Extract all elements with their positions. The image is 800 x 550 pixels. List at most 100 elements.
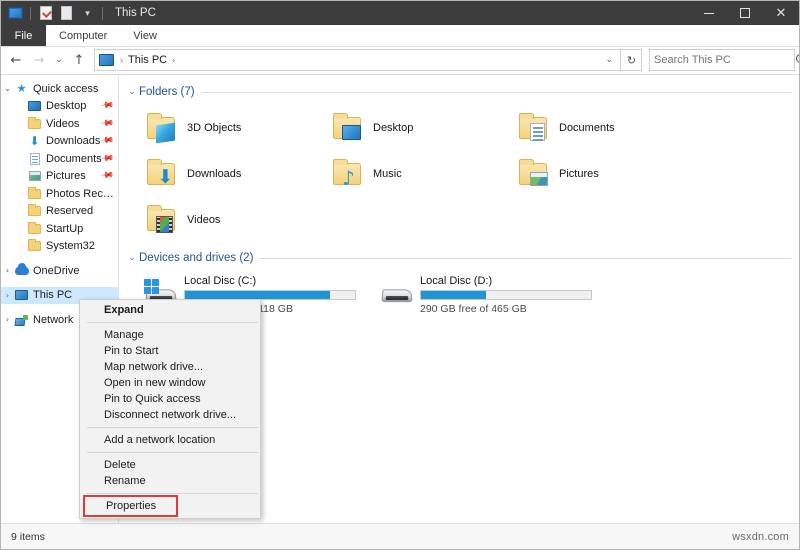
toolbar-divider [30,6,31,20]
sidebar-item-label: OneDrive [33,264,80,277]
chevron-down-icon[interactable]: ⌄ [1,84,14,93]
context-menu-separator [87,452,258,453]
folder-tile-downloads[interactable]: ⬇ Downloads [125,151,311,197]
drive-usage-fill [185,291,330,299]
back-button[interactable]: ← [5,49,27,71]
toolbar-divider-2 [102,6,103,20]
context-menu-item-disconnect-network-drive[interactable]: Disconnect network drive... [80,407,260,423]
drive-label: Local Disc (C:) [184,275,257,287]
folder-icon [27,204,42,217]
sidebar-item-label: System32 [46,240,95,253]
context-menu-item-manage[interactable]: Manage [80,327,260,343]
chevron-right-icon[interactable]: › [1,315,14,324]
folder-tile-desktop[interactable]: Desktop [311,105,497,151]
context-menu-item-add-network-location[interactable]: Add a network location [80,432,260,448]
ribbon-tabs: File Computer View [1,25,799,47]
tile-label: Documents [559,122,615,134]
tile-label: Videos [187,214,221,226]
recent-locations-icon[interactable]: ⌄ [51,49,67,71]
new-folder-icon[interactable] [58,5,75,22]
drive-icon [379,279,415,309]
desktop-folder-icon [331,111,365,145]
desktop-icon [27,101,42,112]
pin-icon: 📌 [98,133,114,149]
refresh-button[interactable]: ↻ [622,49,642,71]
context-menu-item-rename[interactable]: Rename [80,473,260,489]
sidebar-item-desktop[interactable]: › Desktop 📌 [1,98,118,116]
up-button[interactable]: ↑ [68,49,90,71]
maximize-button[interactable] [727,1,763,25]
sidebar-item-reserved[interactable]: › Reserved [1,203,118,221]
folders-group-header[interactable]: ⌄ Folders (7) [125,83,791,101]
context-menu-separator [87,427,258,428]
window-controls: ✕ [691,1,799,25]
folder-tile-videos[interactable]: Videos [125,197,311,243]
context-menu-item-open-in-new-window[interactable]: Open in new window [80,375,260,391]
breadcrumb-item[interactable]: This PC [126,54,169,66]
breadcrumb-separator: › [120,55,123,65]
tab-computer[interactable]: Computer [46,25,120,46]
properties-icon[interactable] [37,5,54,22]
sidebar-item-onedrive[interactable]: › OneDrive [1,262,118,280]
this-pc-icon [14,290,29,301]
context-menu-item-expand[interactable]: Expand [80,302,260,318]
music-folder-icon: ♪ [331,157,365,191]
sidebar-item-videos[interactable]: › Videos 📌 [1,115,118,133]
this-pc-icon [99,54,114,66]
sidebar-item-label: Quick access [33,82,99,95]
folder-tile-pictures[interactable]: Pictures [497,151,683,197]
context-menu-item-delete[interactable]: Delete [80,457,260,473]
pictures-folder-icon [517,157,551,191]
tab-file[interactable]: File [1,25,46,46]
breadcrumb-separator-2: › [172,55,176,65]
chevron-down-icon[interactable]: ⌄ [125,253,139,263]
sidebar-item-documents[interactable]: › Documents 📌 [1,150,118,168]
tile-label: 3D Objects [187,122,242,134]
tile-label: Music [373,168,402,180]
downloads-folder-icon: ⬇ [145,157,179,191]
folders-group-title: Folders (7) [139,86,195,98]
sidebar-item-photos-recovery[interactable]: › Photos Recovery [1,185,118,203]
chevron-right-icon[interactable]: › [1,266,14,275]
folder-icon [27,221,42,234]
folder-tile-3d-objects[interactable]: 3D Objects [125,105,311,151]
quick-access-toolbar: ▾ [1,1,109,25]
minimize-button[interactable] [691,1,727,25]
folder-icon [27,239,42,252]
tile-label: Desktop [373,122,414,134]
folder-tile-music[interactable]: ♪ Music [311,151,497,197]
sidebar-item-label: Pictures [46,170,86,183]
drive-info: Local Disc (D:) 290 GB free of 465 GB [420,273,597,315]
drives-group-header[interactable]: ⌄ Devices and drives (2) [125,249,791,267]
tab-view[interactable]: View [120,25,170,46]
tile-label: Downloads [187,168,242,180]
sidebar-item-startup[interactable]: › StartUp [1,220,118,238]
folders-tile-list: 3D Objects Desktop Documents ⬇ Downloads… [125,105,799,243]
context-menu-item-pin-to-quick-access[interactable]: Pin to Quick access [80,391,260,407]
sidebar-item-quick-access[interactable]: ⌄ ★ Quick access [1,80,118,98]
context-menu-item-map-network-drive[interactable]: Map network drive... [80,359,260,375]
sidebar-item-system32[interactable]: › System32 [1,238,118,256]
folder-tile-documents[interactable]: Documents [497,105,683,151]
context-menu-item-pin-to-start[interactable]: Pin to Start [80,343,260,359]
sidebar-item-label: Downloads [46,135,101,148]
close-button[interactable]: ✕ [763,1,799,25]
customize-chevron-icon[interactable]: ▾ [79,5,96,22]
address-bar: ← → ⌄ ↑ › 3D Objects This PC › ⌄ ↻ [1,47,799,73]
drive-usage-bar [420,290,592,300]
search-input[interactable] [654,54,796,66]
context-menu-item-properties[interactable]: Properties [82,495,258,517]
drive-tile-d[interactable]: Local Disc (D:) 290 GB free of 465 GB [361,271,597,317]
sidebar-item-label: This PC [33,289,73,302]
this-pc-icon[interactable] [7,5,24,22]
sidebar-item-label: Videos [46,117,80,130]
sidebar-item-downloads[interactable]: › ⬇ Downloads 📌 [1,133,118,151]
forward-button[interactable]: → [28,49,50,71]
sidebar-item-pictures[interactable]: › Pictures 📌 [1,168,118,186]
chevron-right-icon[interactable]: › [1,291,14,300]
drive-free-text: 290 GB free of 465 GB [420,303,527,315]
breadcrumb[interactable]: › 3D Objects This PC › ⌄ [94,49,621,71]
chevron-down-icon[interactable]: ⌄ [125,87,139,97]
search-box[interactable] [649,49,799,71]
chevron-down-icon[interactable]: ⌄ [600,55,618,65]
